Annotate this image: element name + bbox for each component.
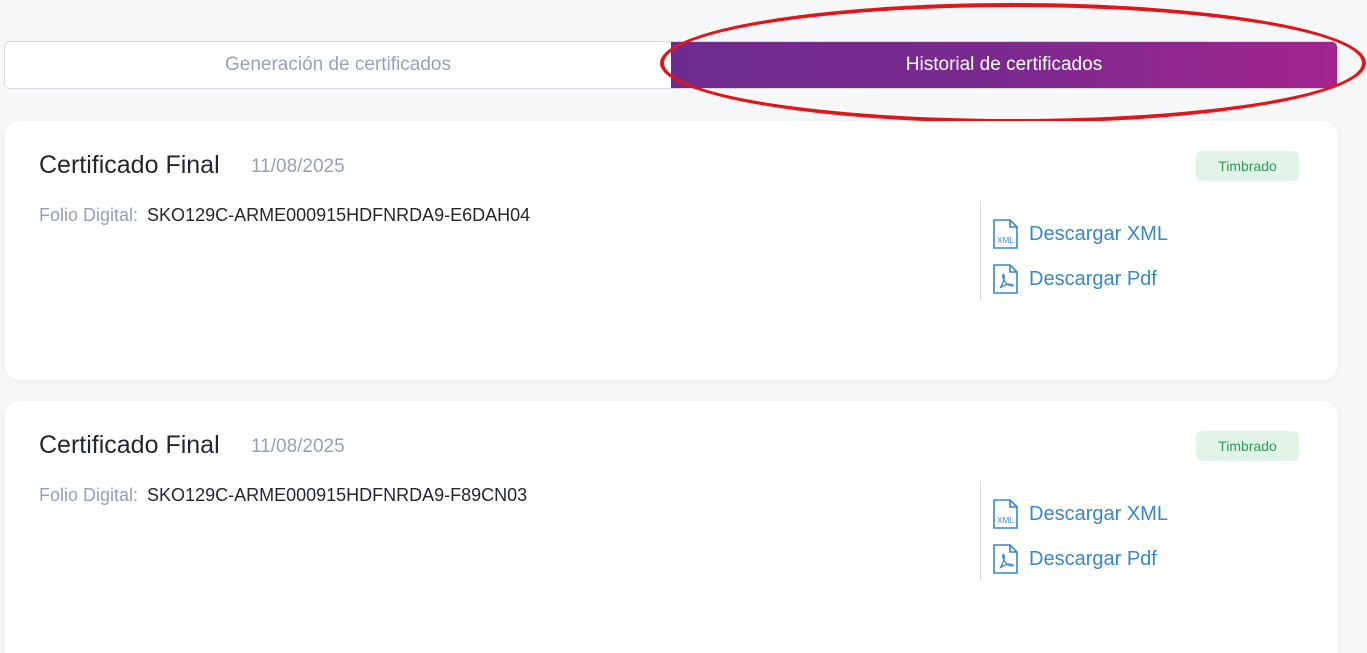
pdf-file-icon — [993, 544, 1018, 574]
folio-row: Folio Digital: SKO129C-ARME000915HDFNRDA… — [39, 205, 530, 226]
folio-label: Folio Digital: — [39, 205, 139, 225]
certificates-page: Generación de certificados Historial de … — [0, 0, 1367, 653]
folio-value: SKO129C-ARME000915HDFNRDA9-E6DAH04 — [147, 205, 531, 225]
certificate-date: 11/08/2025 — [251, 156, 345, 177]
pdf-file-icon — [993, 264, 1018, 294]
certificate-card: Certificado Final 11/08/2025 Timbrado Fo… — [4, 121, 1338, 380]
status-badge: Timbrado — [1196, 151, 1299, 181]
download-xml-button[interactable]: XML Descargar XML — [991, 499, 1168, 529]
certificate-card: Certificado Final 11/08/2025 Timbrado Fo… — [4, 401, 1338, 653]
download-xml-label: Descargar XML — [1029, 502, 1168, 525]
download-xml-button[interactable]: XML Descargar XML — [991, 219, 1168, 249]
download-pdf-label: Descargar Pdf — [1029, 547, 1157, 570]
certificate-title: Certificado Final — [39, 151, 220, 179]
download-pdf-button[interactable]: Descargar Pdf — [991, 544, 1157, 574]
divider — [980, 201, 981, 301]
tab-bar: Generación de certificados Historial de … — [4, 41, 1338, 89]
folio-row: Folio Digital: SKO129C-ARME000915HDFNRDA… — [39, 485, 527, 506]
folio-value: SKO129C-ARME000915HDFNRDA9-F89CN03 — [147, 485, 528, 505]
xml-file-icon: XML — [993, 219, 1018, 249]
status-badge: Timbrado — [1196, 431, 1299, 461]
svg-text:XML: XML — [997, 236, 1014, 245]
svg-text:XML: XML — [997, 516, 1014, 525]
divider — [980, 481, 981, 581]
download-xml-label: Descargar XML — [1029, 222, 1168, 245]
download-pdf-label: Descargar Pdf — [1029, 267, 1157, 290]
tab-generacion[interactable]: Generación de certificados — [5, 42, 671, 88]
xml-file-icon: XML — [993, 499, 1018, 529]
tab-historial[interactable]: Historial de certificados — [671, 42, 1337, 88]
certificate-title: Certificado Final — [39, 431, 220, 459]
folio-label: Folio Digital: — [39, 485, 139, 505]
download-pdf-button[interactable]: Descargar Pdf — [991, 264, 1157, 294]
certificate-date: 11/08/2025 — [251, 436, 345, 457]
